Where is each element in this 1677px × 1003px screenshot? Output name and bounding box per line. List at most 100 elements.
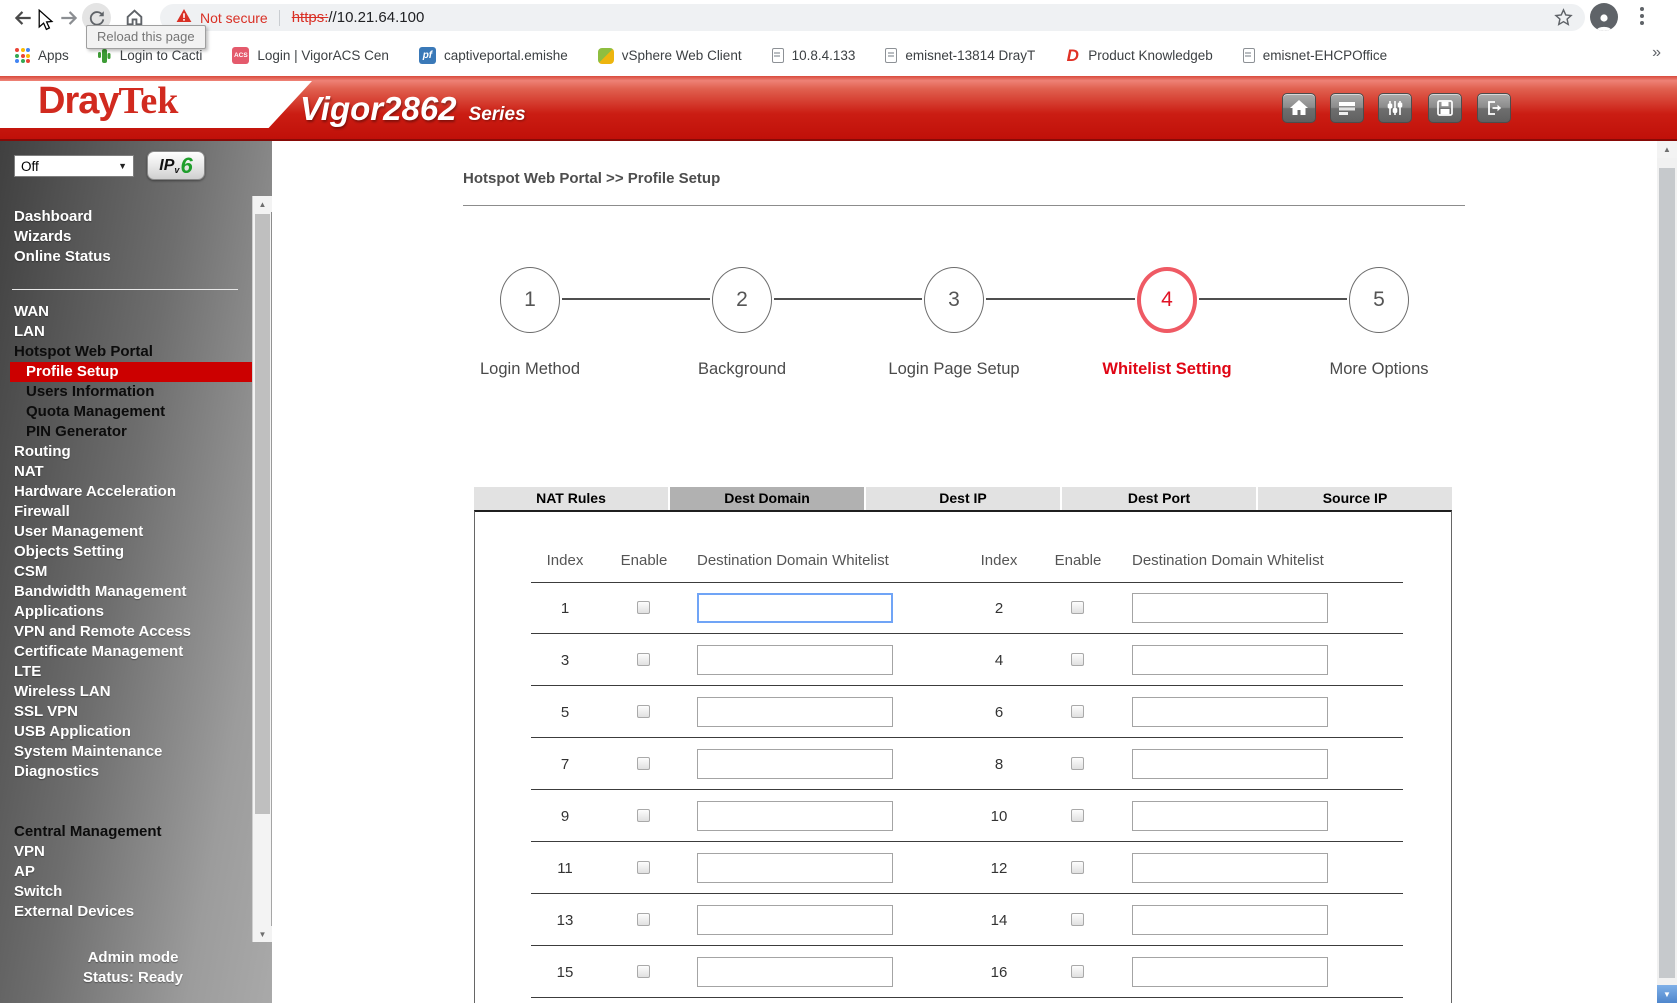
sidebar-item-ap[interactable]: AP <box>0 862 252 882</box>
sidebar-item-hotspot-web-portal[interactable]: Hotspot Web Portal <box>0 342 252 362</box>
bookmark-10-8-4-133[interactable]: 10.8.4.133 <box>771 48 855 63</box>
sidebar-item-nat[interactable]: NAT <box>0 462 252 482</box>
sidebar-item-switch[interactable]: Switch <box>0 882 252 902</box>
sidebar-scrollbar[interactable]: ▲ ▼ <box>252 196 272 942</box>
profile-avatar[interactable] <box>1590 3 1618 31</box>
tab-dest-ip[interactable]: Dest IP <box>866 487 1060 510</box>
enable-checkbox[interactable] <box>637 653 650 666</box>
sidebar-item-hardware-acceleration[interactable]: Hardware Acceleration <box>0 482 252 502</box>
domain-input[interactable] <box>697 853 893 883</box>
apps-grid-icon[interactable] <box>15 48 30 63</box>
step-circle-4[interactable]: 4 <box>1137 267 1197 333</box>
sidebar-item-vpn[interactable]: VPN <box>0 842 252 862</box>
domain-input[interactable] <box>697 801 893 831</box>
bookmarks-overflow-chevron[interactable]: » <box>1652 44 1661 62</box>
bookmark-star-icon[interactable] <box>1554 8 1573 32</box>
enable-checkbox[interactable] <box>637 601 650 614</box>
step-circle-5[interactable]: 5 <box>1349 267 1409 333</box>
panels-icon[interactable] <box>1330 93 1364 123</box>
enable-checkbox[interactable] <box>637 705 650 718</box>
enable-checkbox[interactable] <box>1071 861 1084 874</box>
sidebar-item-lan[interactable]: LAN <box>0 322 252 342</box>
bookmark-emisnet-ehcpoffice[interactable]: emisnet-EHCPOffice <box>1242 48 1387 63</box>
sidebar-item-lte[interactable]: LTE <box>0 662 252 682</box>
enable-checkbox[interactable] <box>637 965 650 978</box>
sidebar-item-vpn-and-remote-access[interactable]: VPN and Remote Access <box>0 622 252 642</box>
step-circle-3[interactable]: 3 <box>924 267 984 333</box>
sidebar-item-routing[interactable]: Routing <box>0 442 252 462</box>
step-circle-1[interactable]: 1 <box>500 267 560 333</box>
domain-input[interactable] <box>1132 593 1328 623</box>
domain-input[interactable] <box>1132 645 1328 675</box>
domain-input[interactable] <box>697 697 893 727</box>
domain-input[interactable] <box>697 749 893 779</box>
domain-input[interactable] <box>697 905 893 935</box>
save-icon[interactable] <box>1428 93 1462 123</box>
tune-icon[interactable] <box>1378 93 1412 123</box>
browser-menu-icon[interactable] <box>1640 7 1644 25</box>
scroll-up-icon[interactable]: ▲ <box>1657 141 1677 158</box>
bookmark-login-to-cacti[interactable]: Login to Cacti <box>97 48 202 64</box>
tab-dest-domain[interactable]: Dest Domain <box>670 487 864 510</box>
domain-input[interactable] <box>697 957 893 987</box>
domain-input[interactable] <box>1132 801 1328 831</box>
tab-dest-port[interactable]: Dest Port <box>1062 487 1256 510</box>
bookmark-login-vigoracs-cen[interactable]: ACS Login | VigorACS Cen <box>232 47 389 64</box>
bookmark-captiveportal-emishe[interactable]: pf captiveportal.emishe <box>418 47 568 64</box>
enable-checkbox[interactable] <box>637 861 650 874</box>
sidebar-item-system-maintenance[interactable]: System Maintenance <box>0 742 252 762</box>
scrollbar-thumb[interactable] <box>1659 168 1675 978</box>
scroll-down-icon[interactable]: ▼ <box>253 926 272 942</box>
scrollbar-thumb[interactable] <box>255 214 270 814</box>
enable-checkbox[interactable] <box>1071 601 1084 614</box>
ip-mode-select[interactable]: Off ▼ <box>14 155 134 177</box>
bookmark-emisnet-13814-drayt[interactable]: emisnet-13814 DrayT <box>885 48 1035 63</box>
bookmark-product-knowledgeb[interactable]: D Product Knowledgeb <box>1065 46 1213 65</box>
domain-input[interactable] <box>1132 905 1328 935</box>
sidebar-item-firewall[interactable]: Firewall <box>0 502 252 522</box>
domain-input[interactable] <box>1132 957 1328 987</box>
page-scrollbar[interactable]: ▲ ▼ <box>1657 141 1677 1003</box>
sidebar-item-pin-generator[interactable]: PIN Generator <box>0 422 252 442</box>
sidebar-item-wireless-lan[interactable]: Wireless LAN <box>0 682 252 702</box>
forward-icon[interactable] <box>58 7 80 32</box>
sidebar-item-bandwidth-management[interactable]: Bandwidth Management <box>0 582 252 602</box>
sidebar-item-ssl-vpn[interactable]: SSL VPN <box>0 702 252 722</box>
domain-input[interactable] <box>697 645 893 675</box>
enable-checkbox[interactable] <box>1071 965 1084 978</box>
ipv6-button[interactable]: IP v 6 <box>147 151 205 180</box>
sidebar-item-central-management[interactable]: Central Management <box>0 822 252 842</box>
sidebar-item-usb-application[interactable]: USB Application <box>0 722 252 742</box>
tab-source-ip[interactable]: Source IP <box>1258 487 1452 510</box>
url-bar[interactable]: Not secure https://10.21.64.100 <box>160 4 1585 31</box>
enable-checkbox[interactable] <box>1071 913 1084 926</box>
domain-input[interactable] <box>1132 697 1328 727</box>
sidebar-item-wizards[interactable]: Wizards <box>0 227 252 247</box>
apps-label[interactable]: Apps <box>38 48 69 63</box>
tab-nat-rules[interactable]: NAT Rules <box>474 487 668 510</box>
sidebar-item-users-information[interactable]: Users Information <box>0 382 252 402</box>
enable-checkbox[interactable] <box>1071 809 1084 822</box>
sidebar-item-dashboard[interactable]: Dashboard <box>0 207 252 227</box>
sidebar-item-certificate-management[interactable]: Certificate Management <box>0 642 252 662</box>
domain-input[interactable] <box>1132 749 1328 779</box>
home-shortcut-icon[interactable] <box>1282 93 1316 123</box>
scroll-up-icon[interactable]: ▲ <box>253 196 272 212</box>
sidebar-item-diagnostics[interactable]: Diagnostics <box>0 762 252 782</box>
domain-input[interactable] <box>697 593 893 623</box>
enable-checkbox[interactable] <box>1071 705 1084 718</box>
logout-icon[interactable] <box>1477 93 1511 123</box>
sidebar-item-profile-setup[interactable]: Profile Setup <box>10 362 252 382</box>
enable-checkbox[interactable] <box>637 913 650 926</box>
sidebar-item-user-management[interactable]: User Management <box>0 522 252 542</box>
sidebar-item-csm[interactable]: CSM <box>0 562 252 582</box>
sidebar-item-wan[interactable]: WAN <box>0 302 252 322</box>
sidebar-item-online-status[interactable]: Online Status <box>0 247 252 267</box>
enable-checkbox[interactable] <box>1071 757 1084 770</box>
sidebar-item-applications[interactable]: Applications <box>0 602 252 622</box>
sidebar-item-external-devices[interactable]: External Devices <box>0 902 252 922</box>
enable-checkbox[interactable] <box>637 757 650 770</box>
sidebar-item-objects-setting[interactable]: Objects Setting <box>0 542 252 562</box>
step-circle-2[interactable]: 2 <box>712 267 772 333</box>
bookmark-vsphere-web-client[interactable]: vSphere Web Client <box>597 47 742 64</box>
